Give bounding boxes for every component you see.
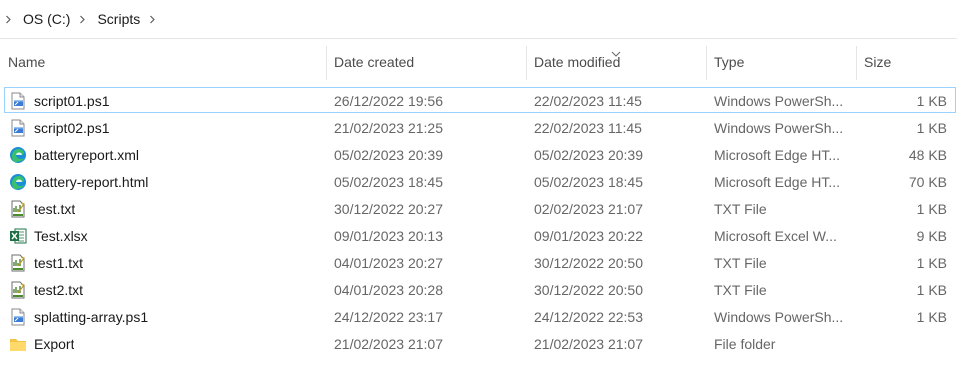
- powershell-script-icon: [9, 119, 27, 137]
- file-date-modified: 21/02/2023 21:07: [534, 336, 643, 352]
- file-type: Microsoft Edge HT...: [714, 147, 841, 163]
- file-name: script01.ps1: [34, 93, 110, 109]
- file-name: test.txt: [34, 201, 76, 217]
- file-date-created: 21/02/2023 21:07: [334, 336, 443, 352]
- column-header-label: Date created: [334, 54, 415, 70]
- file-date-created: 26/12/2022 19:56: [334, 93, 443, 109]
- column-header-label: Name: [8, 54, 46, 70]
- file-size: 48 KB: [908, 147, 947, 163]
- file-date-created: 21/02/2023 21:25: [334, 120, 443, 136]
- file-row[interactable]: test1.txt 04/01/2023 20:27 30/12/2022 20…: [4, 249, 956, 275]
- file-name: Test.xlsx: [34, 228, 88, 244]
- folder-icon: [9, 335, 27, 353]
- file-row[interactable]: test2.txt 04/01/2023 20:28 30/12/2022 20…: [4, 276, 956, 302]
- column-header-label: Type: [714, 54, 745, 70]
- file-type: TXT File: [714, 255, 767, 271]
- file-name: Export: [34, 336, 75, 352]
- file-date-created: 04/01/2023 20:27: [334, 255, 443, 271]
- file-name: test1.txt: [34, 255, 84, 271]
- file-date-modified: 22/02/2023 11:45: [534, 120, 642, 136]
- file-date-modified: 05/02/2023 20:39: [534, 147, 643, 163]
- column-header-label: Size: [864, 54, 892, 70]
- file-date-modified: 30/12/2022 20:50: [534, 282, 643, 298]
- file-name: batteryreport.xml: [34, 147, 140, 163]
- text-file-icon: [9, 254, 27, 272]
- chevron-right-icon[interactable]: [4, 15, 13, 24]
- file-row[interactable]: test.txt 30/12/2022 20:27 02/02/2023 21:…: [4, 195, 956, 221]
- file-date-created: 24/12/2022 23:17: [334, 309, 443, 325]
- file-row[interactable]: batteryreport.xml 05/02/2023 20:39 05/02…: [4, 141, 956, 167]
- text-file-icon: [9, 281, 27, 299]
- file-row[interactable]: Export 21/02/2023 21:07 21/02/2023 21:07…: [4, 330, 956, 356]
- file-row[interactable]: splatting-array.ps1 24/12/2022 23:17 24/…: [4, 303, 956, 329]
- breadcrumb: OS (C:) Scripts: [0, 0, 957, 39]
- file-date-modified: 09/01/2023 20:22: [534, 228, 643, 244]
- file-name: battery-report.html: [34, 174, 149, 190]
- sort-descending-icon: [611, 44, 621, 60]
- file-date-modified: 24/12/2022 22:53: [534, 309, 643, 325]
- excel-icon: [9, 227, 27, 245]
- column-header-label: Date modified: [534, 54, 621, 70]
- chevron-right-icon[interactable]: [78, 15, 87, 24]
- file-size: 70 KB: [908, 174, 947, 190]
- file-size: 1 KB: [916, 309, 947, 325]
- column-header-type[interactable]: Type: [707, 38, 857, 84]
- edge-icon: [9, 173, 27, 191]
- file-type: Microsoft Excel W...: [714, 228, 837, 244]
- file-date-modified: 30/12/2022 20:50: [534, 255, 643, 271]
- file-type: File folder: [714, 336, 776, 352]
- file-size: 1 KB: [916, 120, 947, 136]
- file-type: TXT File: [714, 282, 767, 298]
- file-date-modified: 02/02/2023 21:07: [534, 201, 643, 217]
- file-date-created: 09/01/2023 20:13: [334, 228, 443, 244]
- file-type: Windows PowerSh...: [714, 309, 844, 325]
- powershell-script-icon: [9, 308, 27, 326]
- file-size: 9 KB: [916, 228, 947, 244]
- file-size: 1 KB: [916, 255, 947, 271]
- file-type: Microsoft Edge HT...: [714, 174, 841, 190]
- file-date-modified: 05/02/2023 18:45: [534, 174, 643, 190]
- file-type: Windows PowerSh...: [714, 120, 844, 136]
- file-row[interactable]: script02.ps1 21/02/2023 21:25 22/02/2023…: [4, 114, 956, 140]
- file-row[interactable]: Test.xlsx 09/01/2023 20:13 09/01/2023 20…: [4, 222, 956, 248]
- edge-icon: [9, 146, 27, 164]
- file-type: Windows PowerSh...: [714, 93, 844, 109]
- file-name: test2.txt: [34, 282, 84, 298]
- file-size: 1 KB: [916, 201, 947, 217]
- file-date-created: 30/12/2022 20:27: [334, 201, 443, 217]
- file-row[interactable]: battery-report.html 05/02/2023 18:45 05/…: [4, 168, 956, 194]
- column-header-date-modified[interactable]: Date modified: [527, 38, 707, 84]
- powershell-script-icon: [9, 92, 27, 110]
- text-file-icon: [9, 200, 27, 218]
- file-name: splatting-array.ps1: [34, 309, 149, 325]
- file-date-created: 04/01/2023 20:28: [334, 282, 443, 298]
- column-header-size[interactable]: Size: [857, 38, 957, 84]
- file-date-created: 05/02/2023 20:39: [334, 147, 443, 163]
- file-size: [867, 331, 947, 357]
- breadcrumb-item-folder[interactable]: Scripts: [97, 11, 148, 27]
- column-header-name[interactable]: Name: [0, 38, 327, 84]
- file-date-created: 05/02/2023 18:45: [334, 174, 443, 190]
- chevron-right-icon[interactable]: [148, 15, 157, 24]
- file-name: script02.ps1: [34, 120, 110, 136]
- breadcrumb-item-drive[interactable]: OS (C:): [23, 11, 78, 27]
- file-date-modified: 22/02/2023 11:45: [534, 93, 642, 109]
- file-type: TXT File: [714, 201, 767, 217]
- column-header-date-created[interactable]: Date created: [327, 38, 527, 84]
- file-size: 1 KB: [916, 93, 947, 109]
- file-row[interactable]: script01.ps1 26/12/2022 19:56 22/02/2023…: [4, 87, 956, 113]
- file-size: 1 KB: [916, 282, 947, 298]
